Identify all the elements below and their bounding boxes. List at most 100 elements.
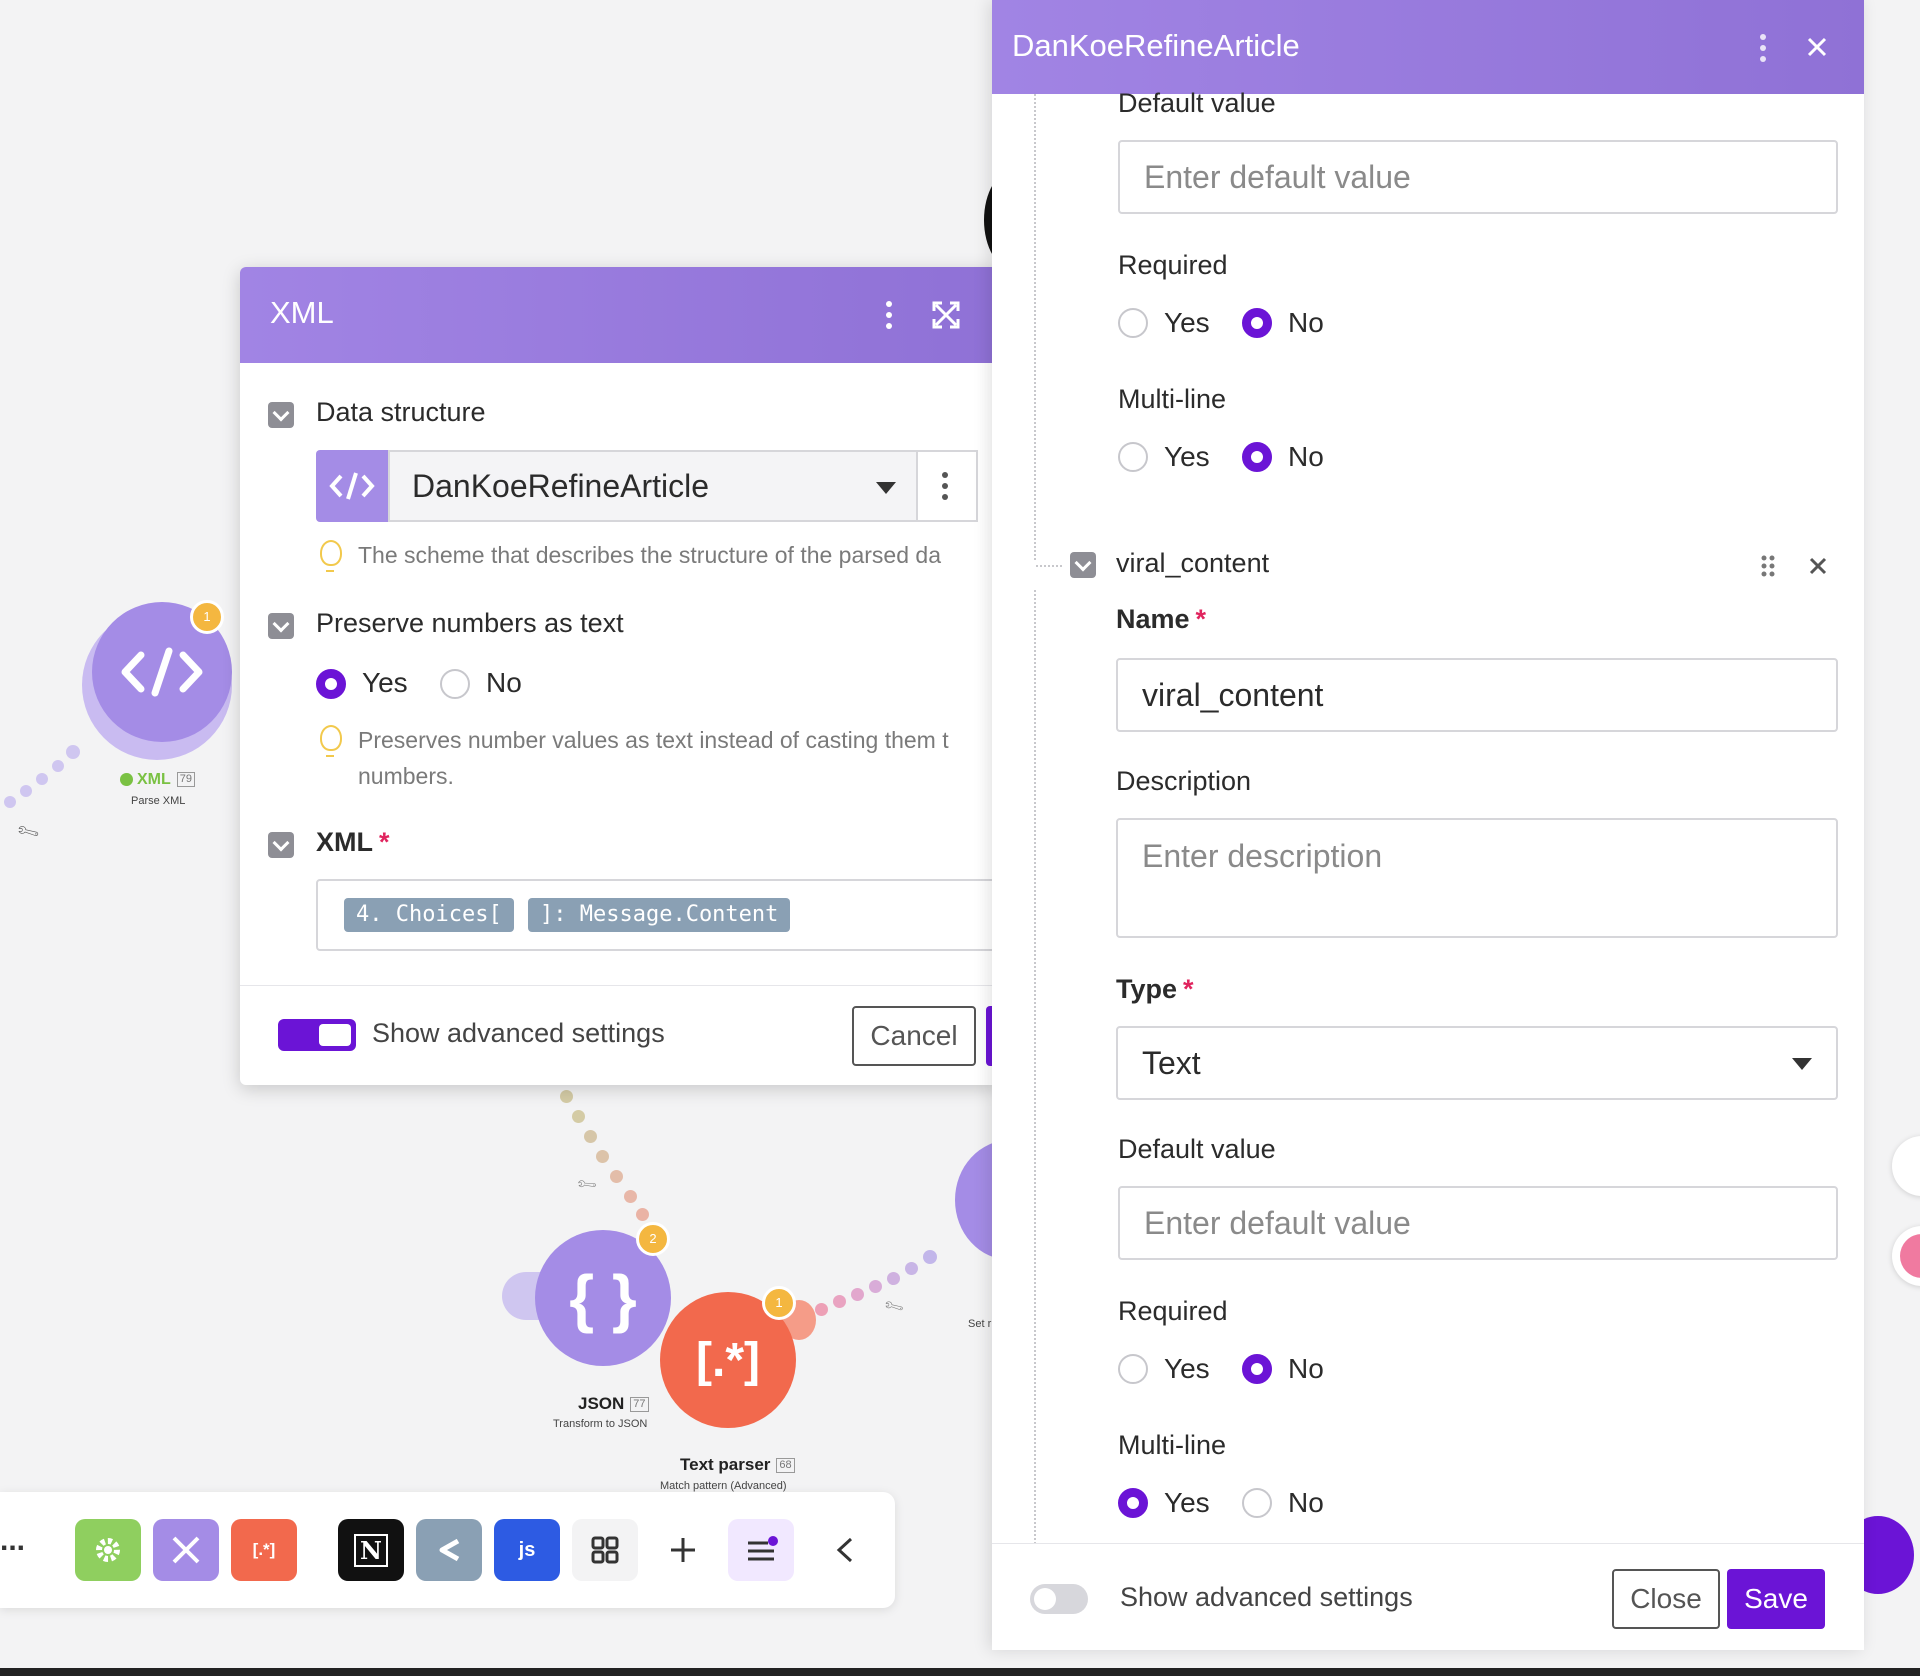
advanced-settings-toggle[interactable] xyxy=(278,1019,356,1051)
multiline-no-radio[interactable] xyxy=(1242,442,1272,472)
default-value-input[interactable]: Enter default value xyxy=(1118,140,1838,214)
multiline-yes-radio[interactable] xyxy=(1118,442,1148,472)
grid-icon xyxy=(591,1536,619,1564)
connector-dot xyxy=(887,1272,900,1285)
connector-dot xyxy=(851,1288,864,1301)
close-button[interactable]: Close xyxy=(1612,1569,1720,1629)
more-vertical-icon[interactable] xyxy=(1760,34,1766,67)
wrench-icon[interactable]: 🔧︎ xyxy=(14,818,42,845)
data-structure-select[interactable]: DanKoeRefineArticle xyxy=(388,450,918,522)
multiline-no-label: No xyxy=(1288,441,1324,472)
wrench-icon[interactable]: 🔧︎ xyxy=(575,1172,600,1196)
data-structure-options[interactable] xyxy=(918,450,978,522)
panel-header: DanKoeRefineArticle xyxy=(992,0,1864,94)
add-module-button[interactable] xyxy=(650,1519,716,1581)
text-parser-button[interactable]: [.*] xyxy=(231,1519,297,1581)
collapse-toolbar-button[interactable] xyxy=(812,1519,878,1581)
json-node-label: JSON 77 xyxy=(578,1394,649,1414)
xml-node-badge: 1 xyxy=(190,600,224,634)
connector-dot xyxy=(20,785,32,797)
data-structure-toggle[interactable] xyxy=(268,402,294,428)
dialog-title: XML xyxy=(270,295,334,330)
drag-handle-icon[interactable] xyxy=(1760,554,1776,578)
connector-dot xyxy=(905,1262,918,1275)
scheduling-button[interactable] xyxy=(75,1519,141,1581)
required-yes-radio[interactable] xyxy=(1118,1354,1148,1384)
multiline-yes-label: Yes xyxy=(1164,1487,1210,1518)
preserve-numbers-yes-radio[interactable] xyxy=(316,669,346,699)
text-parser-icon: [.*] xyxy=(696,1333,760,1387)
more-icon[interactable]: ... xyxy=(0,1524,25,1558)
lightbulb-icon xyxy=(320,540,342,572)
required-no-label: No xyxy=(1288,1353,1324,1384)
multiline-label: Multi-line xyxy=(1118,1430,1227,1460)
mapped-variable-pill[interactable]: 4. Choices[ xyxy=(344,898,514,932)
cancel-button[interactable]: Cancel xyxy=(852,1006,976,1066)
preserve-numbers-toggle[interactable] xyxy=(268,613,294,639)
xml-node-label: XML 79 xyxy=(120,771,196,789)
side-widget-2[interactable] xyxy=(1892,1226,1920,1286)
connector-dot xyxy=(624,1190,637,1203)
more-vertical-icon[interactable] xyxy=(886,301,892,334)
connector-dot xyxy=(815,1303,828,1316)
expand-icon[interactable] xyxy=(932,301,960,329)
data-structure-label: Data structure xyxy=(316,397,486,427)
multiline-label: Multi-line xyxy=(1118,384,1227,414)
xml-input[interactable]: 4. Choices[ ]: Message.Content xyxy=(316,879,1000,951)
name-input[interactable]: viral_content xyxy=(1116,658,1838,732)
gear-icon xyxy=(96,1538,120,1562)
data-structure-panel: DanKoeRefineArticle Default value Enter … xyxy=(992,0,1864,1650)
tree-branch xyxy=(1036,565,1062,567)
data-structure-value: DanKoeRefineArticle xyxy=(412,468,710,504)
connector-dot xyxy=(923,1250,937,1264)
type-select[interactable]: Text xyxy=(1116,1026,1838,1100)
multiline-no-radio[interactable] xyxy=(1242,1488,1272,1518)
advanced-settings-toggle[interactable] xyxy=(1030,1584,1088,1614)
data-structure-icon-box xyxy=(316,450,388,522)
chevron-down-icon xyxy=(1792,1058,1812,1070)
apps-button[interactable] xyxy=(572,1519,638,1581)
json-node-sublabel: Transform to JSON xyxy=(553,1418,648,1430)
dialog-footer-divider xyxy=(240,985,1000,986)
text-parser-node-label: Text parser 68 xyxy=(680,1455,795,1475)
required-no-radio[interactable] xyxy=(1242,1354,1272,1384)
notion-button[interactable]: N xyxy=(338,1519,404,1581)
required-yes-radio[interactable] xyxy=(1118,308,1148,338)
connector-dot xyxy=(66,745,80,759)
code-icon xyxy=(121,647,203,697)
wrench-icon[interactable]: 🔧︎ xyxy=(882,1295,906,1319)
panel-footer: Show advanced settings Close Save xyxy=(992,1543,1864,1650)
xml-field-toggle[interactable] xyxy=(268,832,294,858)
connector-dot xyxy=(572,1110,585,1123)
javascript-button[interactable]: js xyxy=(494,1519,560,1581)
item-collapse-toggle[interactable] xyxy=(1070,552,1096,578)
default-value-input[interactable]: Enter default value xyxy=(1118,1186,1838,1260)
required-yes-label: Yes xyxy=(1164,1353,1210,1384)
multiline-yes-radio[interactable] xyxy=(1118,1488,1148,1518)
check-icon xyxy=(120,773,133,787)
required-no-radio[interactable] xyxy=(1242,308,1272,338)
preserve-numbers-no-radio[interactable] xyxy=(440,669,470,699)
description-textarea[interactable]: Enter description xyxy=(1116,818,1838,938)
tools-button[interactable] xyxy=(153,1519,219,1581)
connector-dot xyxy=(560,1090,573,1103)
required-label: Required xyxy=(1118,250,1228,280)
mapped-variable-pill[interactable]: ]: Message.Content xyxy=(528,898,791,932)
required-yes-label: Yes xyxy=(1164,307,1210,338)
close-icon[interactable] xyxy=(1806,36,1828,58)
preserve-numbers-hint: Preserves number values as text instead … xyxy=(358,727,949,789)
flow-share-button[interactable] xyxy=(416,1519,482,1581)
xml-node-sublabel: Parse XML xyxy=(131,795,186,807)
xml-field-label: XML * xyxy=(316,827,390,857)
connector-dot xyxy=(52,760,64,772)
type-select-value: Text xyxy=(1142,1045,1201,1081)
connector-dot xyxy=(610,1170,623,1183)
panel-title: DanKoeRefineArticle xyxy=(1012,28,1300,63)
remove-item-icon[interactable] xyxy=(1808,556,1828,576)
flow-control-button[interactable] xyxy=(728,1519,794,1581)
connector-dot xyxy=(636,1208,649,1221)
side-widget[interactable] xyxy=(1892,1136,1920,1196)
type-label: Type * xyxy=(1116,974,1194,1004)
plus-icon xyxy=(671,1538,695,1562)
save-button[interactable]: Save xyxy=(1727,1569,1825,1629)
